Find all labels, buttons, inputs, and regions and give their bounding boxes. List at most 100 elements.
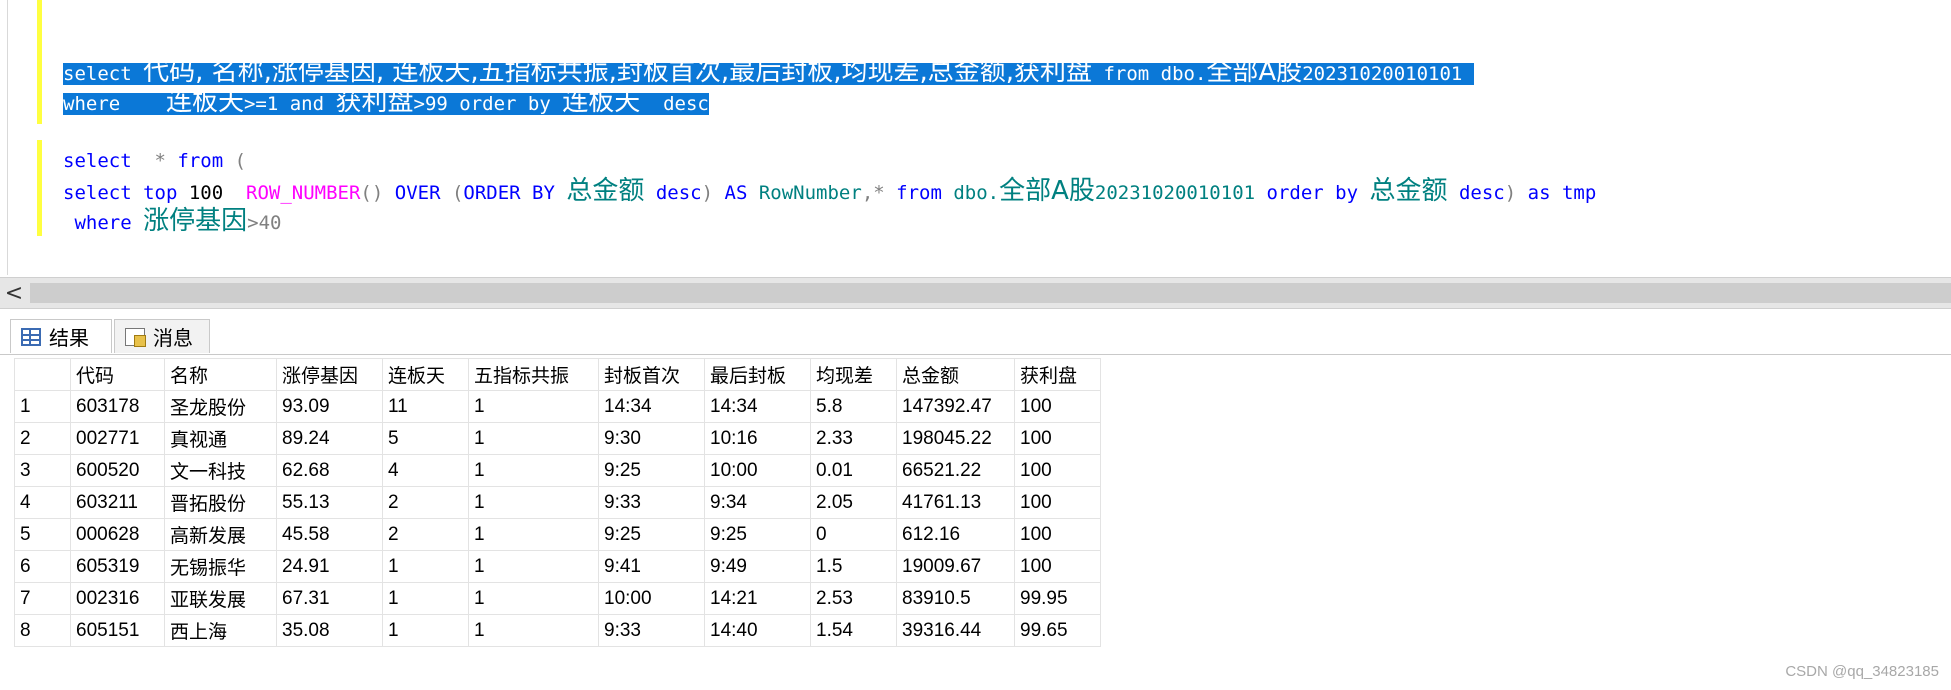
table-cell[interactable]: 99.95 (1014, 582, 1101, 615)
table-cell[interactable]: 9:30 (598, 422, 705, 455)
code-line-4[interactable]: select top 100 ROW_NUMBER() OVER (ORDER … (63, 176, 1596, 206)
column-header[interactable]: 名称 (164, 358, 277, 391)
row-number[interactable]: 7 (14, 582, 71, 615)
table-cell[interactable]: 002771 (70, 422, 165, 455)
table-cell[interactable]: 9:41 (598, 550, 705, 583)
table-cell[interactable]: 9:25 (598, 454, 705, 487)
table-cell[interactable]: 83910.5 (896, 582, 1015, 615)
table-cell[interactable]: 100 (1014, 422, 1101, 455)
table-cell[interactable]: 0.01 (810, 454, 897, 487)
table-cell[interactable]: 000628 (70, 518, 165, 551)
code-line-5[interactable]: where 涨停基因>40 (63, 206, 281, 236)
table-cell[interactable]: 真视通 (164, 422, 277, 455)
tab-messages[interactable]: 消息 (114, 319, 210, 353)
table-cell[interactable]: 晋拓股份 (164, 486, 277, 519)
table-cell[interactable]: 67.31 (276, 582, 383, 615)
table-cell[interactable]: 89.24 (276, 422, 383, 455)
table-cell[interactable]: 100 (1014, 550, 1101, 583)
table-cell[interactable]: 1 (468, 422, 599, 455)
table-cell[interactable]: 5 (382, 422, 469, 455)
table-cell[interactable]: 文一科技 (164, 454, 277, 487)
table-cell[interactable]: 100 (1014, 486, 1101, 519)
table-cell[interactable]: 1 (468, 454, 599, 487)
table-row[interactable]: 7 002316 亚联发展 67.31 1 1 10:00 14:21 2.53 83910.5 9… (14, 582, 1101, 615)
table-cell[interactable]: 14:40 (704, 614, 811, 647)
table-cell[interactable]: 605151 (70, 614, 165, 647)
column-header[interactable]: 获利盘 (1014, 358, 1101, 391)
code-line-3[interactable]: select * from ( (63, 146, 246, 176)
table-cell[interactable]: 14:34 (598, 390, 705, 423)
table-cell[interactable]: 0 (810, 518, 897, 551)
table-cell[interactable]: 100 (1014, 390, 1101, 423)
table-row[interactable]: 4 603211 晋拓股份 55.13 2 1 9:33 9:34 2.05 41761.13 10… (14, 486, 1101, 519)
table-cell[interactable]: 9:33 (598, 614, 705, 647)
table-cell[interactable]: 2.53 (810, 582, 897, 615)
column-header[interactable]: 最后封板 (704, 358, 811, 391)
column-header[interactable]: 代码 (70, 358, 165, 391)
table-cell[interactable]: 9:49 (704, 550, 811, 583)
table-row[interactable]: 1 603178 圣龙股份 93.09 11 1 14:34 14:34 5.8 147392.4… (14, 390, 1101, 423)
table-cell[interactable]: 1 (468, 390, 599, 423)
table-cell[interactable]: 1 (468, 518, 599, 551)
table-cell[interactable]: 35.08 (276, 614, 383, 647)
table-cell[interactable]: 5.8 (810, 390, 897, 423)
table-cell[interactable]: 1.54 (810, 614, 897, 647)
table-cell[interactable]: 93.09 (276, 390, 383, 423)
table-cell[interactable]: 2.33 (810, 422, 897, 455)
table-cell[interactable]: 100 (1014, 454, 1101, 487)
results-grid[interactable]: 代码 名称 涨停基因 连板天 五指标共振 封板首次 最后封板 均现差 总金额 获利盘 1 60317… (14, 358, 1101, 647)
row-number[interactable]: 1 (14, 390, 71, 423)
table-cell[interactable]: 2.05 (810, 486, 897, 519)
table-cell[interactable]: 39316.44 (896, 614, 1015, 647)
table-cell[interactable]: 11 (382, 390, 469, 423)
row-number[interactable]: 6 (14, 550, 71, 583)
table-cell[interactable]: 亚联发展 (164, 582, 277, 615)
table-cell[interactable]: 66521.22 (896, 454, 1015, 487)
table-cell[interactable]: 603211 (70, 486, 165, 519)
row-number[interactable]: 2 (14, 422, 71, 455)
row-number[interactable]: 5 (14, 518, 71, 551)
table-cell[interactable]: 99.65 (1014, 614, 1101, 647)
row-number[interactable]: 3 (14, 454, 71, 487)
table-cell[interactable]: 198045.22 (896, 422, 1015, 455)
table-row[interactable]: 3 600520 文一科技 62.68 4 1 9:25 10:00 0.01 66521.22 1… (14, 454, 1101, 487)
table-row[interactable]: 8 605151 西上海 35.08 1 1 9:33 14:40 1.54 39316.44 99… (14, 614, 1101, 647)
table-cell[interactable]: 西上海 (164, 614, 277, 647)
table-cell[interactable]: 100 (1014, 518, 1101, 551)
horizontal-scrollbar[interactable]: < (0, 277, 1951, 309)
table-cell[interactable]: 1 (468, 614, 599, 647)
table-cell[interactable]: 14:34 (704, 390, 811, 423)
table-cell[interactable]: 19009.67 (896, 550, 1015, 583)
table-cell[interactable]: 41761.13 (896, 486, 1015, 519)
column-header[interactable]: 均现差 (810, 358, 897, 391)
row-header-corner[interactable] (14, 358, 71, 391)
table-cell[interactable]: 600520 (70, 454, 165, 487)
table-cell[interactable]: 147392.47 (896, 390, 1015, 423)
table-cell[interactable]: 4 (382, 454, 469, 487)
column-header[interactable]: 封板首次 (598, 358, 705, 391)
table-cell[interactable]: 10:16 (704, 422, 811, 455)
table-cell[interactable]: 002316 (70, 582, 165, 615)
table-cell[interactable]: 10:00 (598, 582, 705, 615)
table-cell[interactable]: 2 (382, 518, 469, 551)
table-cell[interactable]: 1 (382, 550, 469, 583)
column-header[interactable]: 连板天 (382, 358, 469, 391)
table-cell[interactable]: 9:25 (704, 518, 811, 551)
row-number[interactable]: 8 (14, 614, 71, 647)
table-cell[interactable]: 无锡振华 (164, 550, 277, 583)
table-cell[interactable]: 612.16 (896, 518, 1015, 551)
scrollbar-thumb[interactable] (30, 283, 1951, 303)
table-row[interactable]: 2 002771 真视通 89.24 5 1 9:30 10:16 2.33 198045.22 1… (14, 422, 1101, 455)
table-cell[interactable]: 24.91 (276, 550, 383, 583)
table-cell[interactable]: 高新发展 (164, 518, 277, 551)
table-cell[interactable]: 1 (382, 582, 469, 615)
table-cell[interactable]: 圣龙股份 (164, 390, 277, 423)
table-cell[interactable]: 1 (468, 550, 599, 583)
table-cell[interactable]: 1 (468, 486, 599, 519)
table-cell[interactable]: 9:34 (704, 486, 811, 519)
table-cell[interactable]: 1 (468, 582, 599, 615)
table-cell[interactable]: 2 (382, 486, 469, 519)
table-cell[interactable]: 45.58 (276, 518, 383, 551)
table-cell[interactable]: 1.5 (810, 550, 897, 583)
row-number[interactable]: 4 (14, 486, 71, 519)
